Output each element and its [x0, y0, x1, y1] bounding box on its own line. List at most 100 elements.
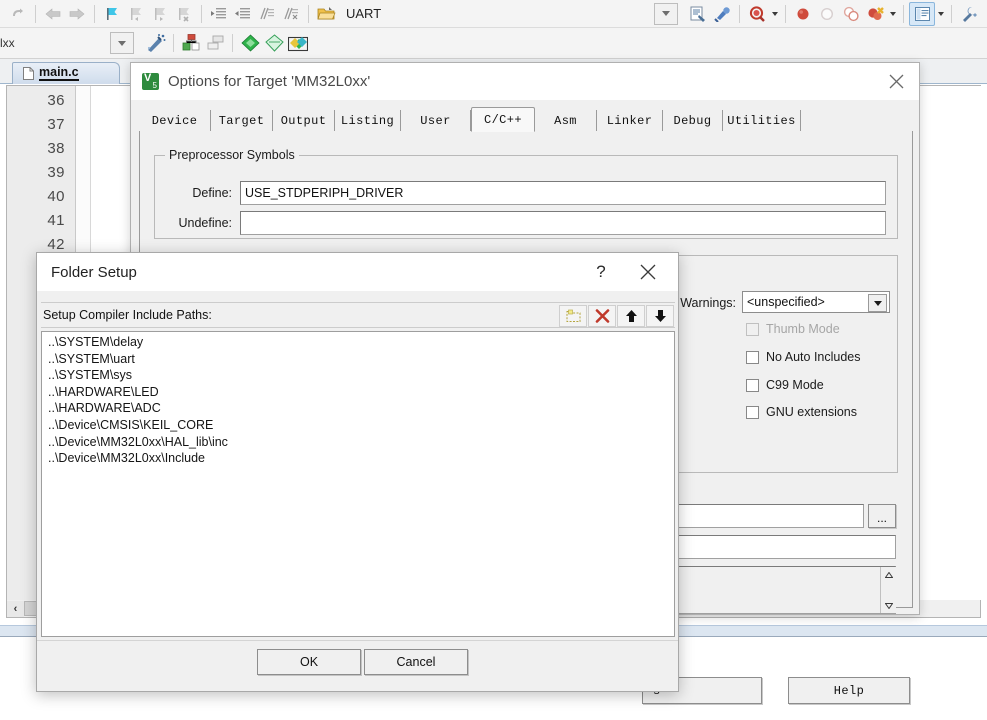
checkbox-box[interactable]	[746, 406, 759, 419]
bookmark-prev-icon[interactable]	[124, 3, 148, 25]
target-options-icon[interactable]	[686, 3, 710, 25]
build-icon[interactable]	[179, 32, 203, 54]
toolbar-separator	[739, 5, 740, 23]
options-dialog-titlebar: Options for Target 'MM32L0xx'	[131, 63, 919, 100]
project-window-icon[interactable]	[909, 2, 935, 26]
comment-icon[interactable]	[255, 3, 279, 25]
tab-debug[interactable]: Debug	[663, 110, 723, 131]
tab-listing[interactable]: Listing	[335, 110, 401, 131]
outdent-icon[interactable]	[231, 3, 255, 25]
undefine-field[interactable]	[240, 211, 886, 235]
options-tabstrip: Device Target Output Listing User C/C++ …	[139, 107, 913, 131]
checkbox-label: GNU extensions	[766, 405, 857, 419]
batch-build-icon[interactable]	[262, 32, 286, 54]
insert-breakpoint-icon[interactable]	[791, 3, 815, 25]
rebuild-icon[interactable]	[203, 32, 227, 54]
toolbar-separator	[785, 5, 786, 23]
back-icon[interactable]	[41, 3, 65, 25]
scroll-down-arrow-icon[interactable]	[881, 598, 897, 613]
bookmark-toggle-icon[interactable]	[100, 3, 124, 25]
target-combo-dropdown[interactable]	[654, 3, 678, 25]
disable-all-breakpoints-icon[interactable]	[839, 3, 863, 25]
move-up-button[interactable]	[617, 305, 645, 327]
line-number: 40	[47, 188, 65, 205]
magic-wand-icon[interactable]	[144, 32, 168, 54]
list-item[interactable]: ..\SYSTEM\sys	[44, 367, 674, 384]
active-target-label: UART	[338, 6, 389, 21]
close-icon[interactable]	[873, 63, 919, 100]
checkbox-c99-mode[interactable]: C99 Mode	[746, 378, 824, 392]
redo-icon[interactable]	[6, 3, 30, 25]
setup-include-paths-label: Setup Compiler Include Paths:	[43, 308, 212, 322]
application-window: UART	[0, 0, 987, 720]
scroll-up-arrow-icon[interactable]	[881, 567, 897, 582]
debug-dropdown-caret[interactable]	[769, 3, 780, 25]
checkbox-box[interactable]	[746, 351, 759, 364]
checkbox-no-auto-includes[interactable]: No Auto Includes	[746, 350, 861, 364]
toolbar-separator	[308, 5, 309, 23]
download-icon[interactable]	[238, 32, 262, 54]
checkbox-label: C99 Mode	[766, 378, 824, 392]
tab-user[interactable]: User	[401, 110, 471, 131]
forward-icon[interactable]	[65, 3, 89, 25]
main-toolbar-row-2: lxx	[0, 28, 987, 59]
tab-output[interactable]: Output	[273, 110, 335, 131]
folder-setup-footer: OK Cancel	[37, 640, 678, 691]
toolbar-separator	[903, 5, 904, 23]
ok-button[interactable]: OK	[257, 649, 361, 675]
toolbar-separator	[232, 34, 233, 52]
tab-c-cpp[interactable]: C/C++	[471, 107, 535, 132]
build-settings-icon[interactable]	[957, 3, 981, 25]
list-item[interactable]: ..\Device\CMSIS\KEIL_CORE	[44, 417, 674, 434]
uncomment-icon[interactable]	[279, 3, 303, 25]
checkbox-gnu-extensions[interactable]: GNU extensions	[746, 405, 857, 419]
kill-all-breakpoints-icon[interactable]	[863, 3, 887, 25]
manage-project-items-icon[interactable]	[286, 32, 310, 54]
list-item[interactable]: ..\SYSTEM\uart	[44, 351, 674, 368]
chevron-down-icon[interactable]	[868, 294, 887, 312]
delete-path-button[interactable]	[588, 305, 616, 327]
toolbar-separator	[173, 34, 174, 52]
include-paths-list[interactable]: ..\SYSTEM\delay ..\SYSTEM\uart ..\SYSTEM…	[41, 331, 675, 637]
configure-icon[interactable]	[710, 3, 734, 25]
tab-utilities[interactable]: Utilities	[723, 110, 801, 131]
project-window-dropdown-caret[interactable]	[935, 3, 946, 25]
list-item[interactable]: ..\HARDWARE\LED	[44, 384, 674, 401]
help-icon[interactable]: ?	[584, 253, 618, 291]
scroll-left-arrow-icon[interactable]: ‹	[7, 601, 24, 617]
define-label: Define:	[170, 186, 232, 200]
toolbar-separator	[201, 5, 202, 23]
folder-setup-toolbar: Setup Compiler Include Paths:	[41, 302, 675, 328]
folder-setup-title: Folder Setup	[51, 264, 137, 281]
include-paths-browse-button[interactable]: ...	[868, 504, 896, 528]
main-toolbar-row-1: UART	[0, 0, 987, 28]
open-folder-icon[interactable]	[314, 3, 338, 25]
define-field[interactable]: USE_STDPERIPH_DRIVER	[240, 181, 886, 205]
breakpoints-dropdown-caret[interactable]	[887, 3, 898, 25]
folder-setup-dialog: Folder Setup ? Setup Compiler Include Pa…	[36, 252, 679, 692]
checkbox-box[interactable]	[746, 379, 759, 392]
list-item[interactable]: ..\Device\MM32L0xx\Include	[44, 450, 674, 467]
project-target-combo-dropdown[interactable]	[110, 32, 134, 54]
tab-device[interactable]: Device	[139, 110, 211, 131]
file-tab-main-c[interactable]: main.c	[12, 62, 120, 84]
tab-target[interactable]: Target	[211, 110, 273, 131]
bookmark-clear-icon[interactable]	[172, 3, 196, 25]
disable-breakpoint-icon[interactable]	[815, 3, 839, 25]
bookmark-next-icon[interactable]	[148, 3, 172, 25]
list-item[interactable]: ..\HARDWARE\ADC	[44, 400, 674, 417]
move-down-button[interactable]	[646, 305, 674, 327]
indent-icon[interactable]	[207, 3, 231, 25]
start-debug-icon[interactable]	[745, 3, 769, 25]
compiler-control-string-scrollbar[interactable]	[880, 567, 896, 613]
cancel-button[interactable]: Cancel	[364, 649, 468, 675]
preprocessor-symbols-title: Preprocessor Symbols	[165, 148, 299, 162]
tab-asm[interactable]: Asm	[535, 110, 597, 131]
close-icon[interactable]	[626, 253, 670, 291]
warnings-combobox[interactable]: <unspecified>	[742, 291, 890, 313]
help-button[interactable]: Help	[788, 677, 910, 704]
tab-linker[interactable]: Linker	[597, 110, 663, 131]
list-item[interactable]: ..\Device\MM32L0xx\HAL_lib\inc	[44, 434, 674, 451]
list-item[interactable]: ..\SYSTEM\delay	[44, 334, 674, 351]
new-path-button[interactable]	[559, 305, 587, 327]
